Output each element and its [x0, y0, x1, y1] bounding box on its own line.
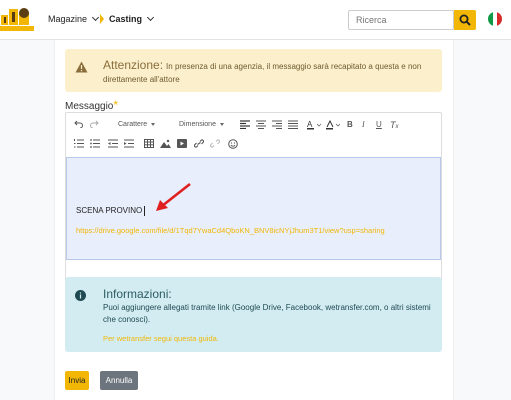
- main-panel: Attenzione: In presenza di una agenzia, i…: [54, 40, 454, 400]
- warning-text: Attenzione: In presenza di una agenzia, i…: [103, 59, 433, 86]
- underline-button[interactable]: U: [376, 115, 382, 135]
- unlink-icon[interactable]: [210, 134, 220, 148]
- align-justify-icon[interactable]: [288, 115, 298, 129]
- editor-text-content: SCENA PROVINO: [76, 206, 143, 216]
- site-logo[interactable]: [0, 3, 36, 35]
- required-mark: *: [113, 98, 119, 112]
- clear-format-x-icon: x: [395, 124, 399, 130]
- image-icon[interactable]: [160, 134, 171, 148]
- editor-text-line: SCENA PROVINO: [76, 206, 146, 216]
- video-icon[interactable]: [177, 134, 187, 148]
- casting-marker-icon: [100, 14, 104, 24]
- search-input[interactable]: [348, 10, 454, 30]
- redo-icon[interactable]: [90, 115, 99, 128]
- editor-drive-link[interactable]: https://drive.google.com/file/d/1Tqd7Ywa…: [76, 226, 385, 235]
- indent-icon[interactable]: [124, 134, 134, 148]
- align-center-icon[interactable]: [256, 115, 266, 129]
- editor-content-area[interactable]: SCENA PROVINO https://drive.google.com/f…: [66, 157, 441, 260]
- info-text: Puoi aggiungere allegati tramite link (G…: [103, 303, 431, 324]
- cancel-button[interactable]: Annulla: [100, 371, 138, 390]
- nav-casting[interactable]: Casting: [100, 13, 155, 24]
- caret-down-icon: [151, 122, 156, 126]
- nav-casting-label: Casting: [109, 14, 143, 24]
- message-label: Messaggio*: [65, 98, 118, 112]
- font-size-label: Dimensione: [179, 121, 216, 128]
- warning-title: Attenzione:: [103, 58, 164, 72]
- italian-flag-icon[interactable]: [488, 12, 502, 26]
- text-cursor: [144, 206, 146, 216]
- wetransfer-guide-link[interactable]: Per wetransfer segui questa guida.: [103, 334, 219, 343]
- chevron-down-icon: [91, 13, 100, 22]
- red-arrow-annotation: [156, 182, 191, 211]
- bold-button[interactable]: B: [347, 115, 353, 135]
- align-right-icon[interactable]: [272, 115, 282, 129]
- nav-magazine[interactable]: Magazine: [48, 13, 100, 24]
- emoji-icon[interactable]: [228, 134, 238, 149]
- info-alert: Informazioni: Puoi aggiungere allegati t…: [65, 277, 442, 352]
- search-icon: [459, 14, 471, 26]
- warning-alert: Attenzione: In presenza di una agenzia, i…: [65, 49, 442, 92]
- caret-down-icon: [219, 122, 224, 126]
- font-family-dropdown[interactable]: Carattere: [118, 115, 156, 135]
- table-icon[interactable]: [144, 134, 154, 148]
- chevron-down-icon: [146, 13, 155, 22]
- highlight-color-icon[interactable]: [326, 115, 342, 130]
- font-size-dropdown[interactable]: Dimensione: [179, 115, 224, 135]
- nav-magazine-label: Magazine: [48, 14, 88, 24]
- warning-icon: [75, 61, 88, 73]
- italic-button[interactable]: I: [362, 115, 365, 135]
- undo-icon[interactable]: [74, 115, 83, 128]
- editor-toolbar-row-1: Carattere Dimensione A B I U Tx: [66, 115, 441, 135]
- numbered-list-icon[interactable]: [74, 134, 84, 148]
- send-button[interactable]: Invia: [65, 371, 89, 390]
- search-button[interactable]: [454, 10, 476, 30]
- svg-text:A: A: [307, 120, 313, 129]
- bullet-list-icon[interactable]: [90, 134, 100, 148]
- outdent-icon[interactable]: [108, 134, 118, 148]
- info-title: Informazioni:: [103, 287, 172, 301]
- align-left-icon[interactable]: [240, 115, 250, 129]
- font-family-label: Carattere: [118, 121, 148, 128]
- message-label-text: Messaggio: [65, 101, 114, 112]
- top-navbar: Magazine Casting: [0, 0, 511, 40]
- info-icon: [75, 290, 86, 301]
- editor-toolbar-row-2: [66, 134, 441, 154]
- link-icon[interactable]: [194, 134, 204, 148]
- text-color-icon[interactable]: A: [307, 115, 323, 130]
